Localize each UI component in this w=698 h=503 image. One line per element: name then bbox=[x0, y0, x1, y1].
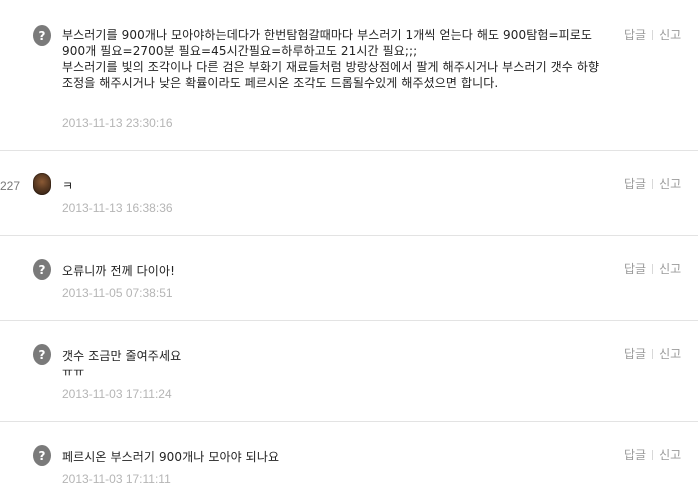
comment-date: 2013-11-13 16:38:36 bbox=[62, 201, 173, 215]
comment-text: 오류니까 전께 다이아! bbox=[62, 264, 176, 278]
comment-actions: 답글 신고 bbox=[624, 260, 681, 277]
comment-actions: 답글 신고 bbox=[624, 26, 681, 43]
comment-text: ㅋ bbox=[62, 179, 74, 193]
reply-button[interactable]: 답글 bbox=[624, 262, 646, 276]
svg-text:?: ? bbox=[39, 348, 46, 362]
comment-divider bbox=[0, 235, 698, 236]
report-button[interactable]: 신고 bbox=[659, 448, 681, 462]
report-button[interactable]: 신고 bbox=[659, 28, 681, 42]
report-button[interactable]: 신고 bbox=[659, 177, 681, 191]
comment-date: 2013-11-03 17:11:11 bbox=[62, 472, 171, 486]
comment-text: 갯수 조금만 줄여주세요 ㅠㅠ bbox=[62, 349, 182, 379]
divider bbox=[652, 264, 654, 274]
divider bbox=[652, 450, 654, 460]
default-avatar-icon: ? bbox=[32, 258, 52, 280]
svg-text:?: ? bbox=[39, 449, 46, 463]
comment-actions: 답글 신고 bbox=[624, 446, 681, 463]
comment-date: 2013-11-03 17:11:24 bbox=[62, 387, 172, 401]
reply-button[interactable]: 답글 bbox=[624, 28, 646, 42]
comment-actions: 답글 신고 bbox=[624, 345, 681, 362]
comment-text: 부스러기를 900개나 모아야하는데다가 한번탐험갈때마다 부스러기 1개씩 얻… bbox=[62, 28, 600, 90]
svg-text:?: ? bbox=[39, 263, 46, 277]
comment-divider bbox=[0, 150, 698, 151]
report-button[interactable]: 신고 bbox=[659, 262, 681, 276]
svg-text:?: ? bbox=[39, 29, 46, 43]
report-button[interactable]: 신고 bbox=[659, 347, 681, 361]
comment-actions: 답글 신고 bbox=[624, 175, 681, 192]
divider bbox=[652, 30, 654, 40]
default-avatar-icon: ? bbox=[32, 444, 52, 466]
default-avatar-icon: ? bbox=[32, 24, 52, 46]
divider bbox=[652, 179, 654, 189]
user-photo-avatar bbox=[33, 173, 51, 195]
reply-button[interactable]: 답글 bbox=[624, 448, 646, 462]
comment-divider bbox=[0, 320, 698, 321]
comment-date: 2013-11-13 23:30:16 bbox=[62, 116, 173, 130]
default-avatar-icon: ? bbox=[32, 343, 52, 365]
edge-number: 227 bbox=[0, 179, 21, 193]
comment-text: 페르시온 부스러기 900개나 모아야 되나요 bbox=[62, 450, 280, 464]
comment-divider bbox=[0, 421, 698, 422]
reply-button[interactable]: 답글 bbox=[624, 347, 646, 361]
divider bbox=[652, 349, 654, 359]
reply-button[interactable]: 답글 bbox=[624, 177, 646, 191]
comment-date: 2013-11-05 07:38:51 bbox=[62, 286, 173, 300]
